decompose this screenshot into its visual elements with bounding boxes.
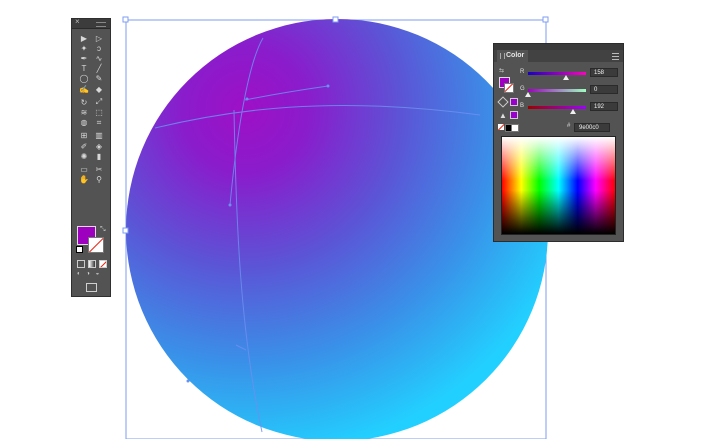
paintbrush-icon[interactable]: ✎ [93,74,105,84]
rotate-icon[interactable]: ↻ [78,97,90,107]
channel-r-input[interactable]: 158 [590,68,618,77]
scale-icon[interactable]: ⤢ [93,97,105,107]
shaper-icon[interactable]: ✍ [78,84,90,94]
hand-icon[interactable]: ✋ [78,175,90,185]
pen-icon[interactable]: ✒ [78,53,90,63]
hex-hash-label: # [567,123,571,129]
column-graph-icon[interactable]: ▮ [93,151,105,161]
tools-panel[interactable]: × ▶ ▷ ✦ ↄ ✒ ∿ T ╱ ◯ ✎ ✍ ◆ ↻ ⤢ ≋ ⬚ ◍ ⌗ ⊞ ▥ ✐ ◈ ✺ ▮ ▭ ✂ ✋ ⚲ ⤡ ◐ ◑ ◒ [71,17,111,297]
none-mode-button[interactable] [99,260,107,268]
gradient-sphere[interactable] [126,19,548,439]
channel-r-slider[interactable] [528,72,586,75]
channel-g-label: G [520,86,525,92]
symbol-sprayer-icon[interactable]: ✺ [78,151,90,161]
web-safe-swatch[interactable] [510,98,518,106]
draw-mode-icons[interactable]: ◐ ◑ ◒ [77,271,101,277]
channel-b-slider[interactable] [528,106,586,109]
free-transform-icon[interactable]: ⬚ [93,107,105,117]
lasso-icon[interactable]: ↄ [93,43,105,53]
warning-icon[interactable]: ▲ [499,111,507,120]
eraser-icon[interactable]: ◆ [93,84,105,94]
channel-b-label: B [520,103,525,109]
selection-icon[interactable]: ▶ [78,33,90,43]
magic-wand-icon[interactable]: ✦ [78,43,90,53]
width-icon[interactable]: ≋ [78,107,90,117]
white-swatch[interactable] [511,124,519,132]
gradient-mode-button[interactable] [88,260,96,268]
ellipse-icon[interactable]: ◯ [78,74,90,84]
color-panel-tabbar: Color [494,50,623,62]
close-icon[interactable]: × [75,17,80,26]
out-of-web-color-icon[interactable] [497,96,509,108]
perspective-grid-icon[interactable]: ⌗ [93,118,105,128]
eyedropper-icon[interactable]: ✐ [78,141,90,151]
color-panel[interactable]: Color ⇆ R 158 G 0 B 192 ▲ # 9e00c0 [493,43,624,242]
default-colors-icon[interactable] [76,246,83,253]
swap-icon[interactable]: ⇆ [499,67,504,74]
blend-icon[interactable]: ◈ [93,141,105,151]
screen-mode-icon[interactable] [86,283,97,292]
tools-panel-header[interactable]: × [72,17,110,29]
mesh-icon[interactable]: ⊞ [78,131,90,141]
panel-menu-icon[interactable] [612,53,619,60]
channel-g-input[interactable]: 0 [590,85,618,94]
stroke-swatch[interactable] [88,237,104,253]
swap-colors-icon[interactable]: ⤡ [100,226,106,234]
artboard-icon[interactable]: ▭ [78,164,90,174]
channel-g-thumb[interactable] [525,92,531,97]
slice-icon[interactable]: ✂ [93,164,105,174]
warning-swatch[interactable] [510,111,518,119]
shape-builder-icon[interactable]: ◍ [78,118,90,128]
channel-g-slider[interactable] [528,89,586,92]
channel-r-thumb[interactable] [563,75,569,80]
collapse-icon[interactable] [96,22,106,27]
channel-b-thumb[interactable] [570,109,576,114]
channel-r-label: R [520,69,525,75]
curvature-icon[interactable]: ∿ [93,53,105,63]
type-icon[interactable]: T [78,64,90,74]
none-swatch[interactable] [498,124,504,130]
hex-input[interactable]: 9e00c0 [574,123,610,132]
panel-stroke-swatch[interactable] [504,83,514,93]
tab-color[interactable]: Color [497,50,529,62]
color-spectrum[interactable] [501,136,616,235]
color-mode-button[interactable] [77,260,85,268]
line-icon[interactable]: ╱ [93,64,105,74]
channel-b-input[interactable]: 192 [590,102,618,111]
zoom-icon[interactable]: ⚲ [93,175,105,185]
direct-selection-icon[interactable]: ▷ [93,33,105,43]
gradient-icon[interactable]: ▥ [93,131,105,141]
